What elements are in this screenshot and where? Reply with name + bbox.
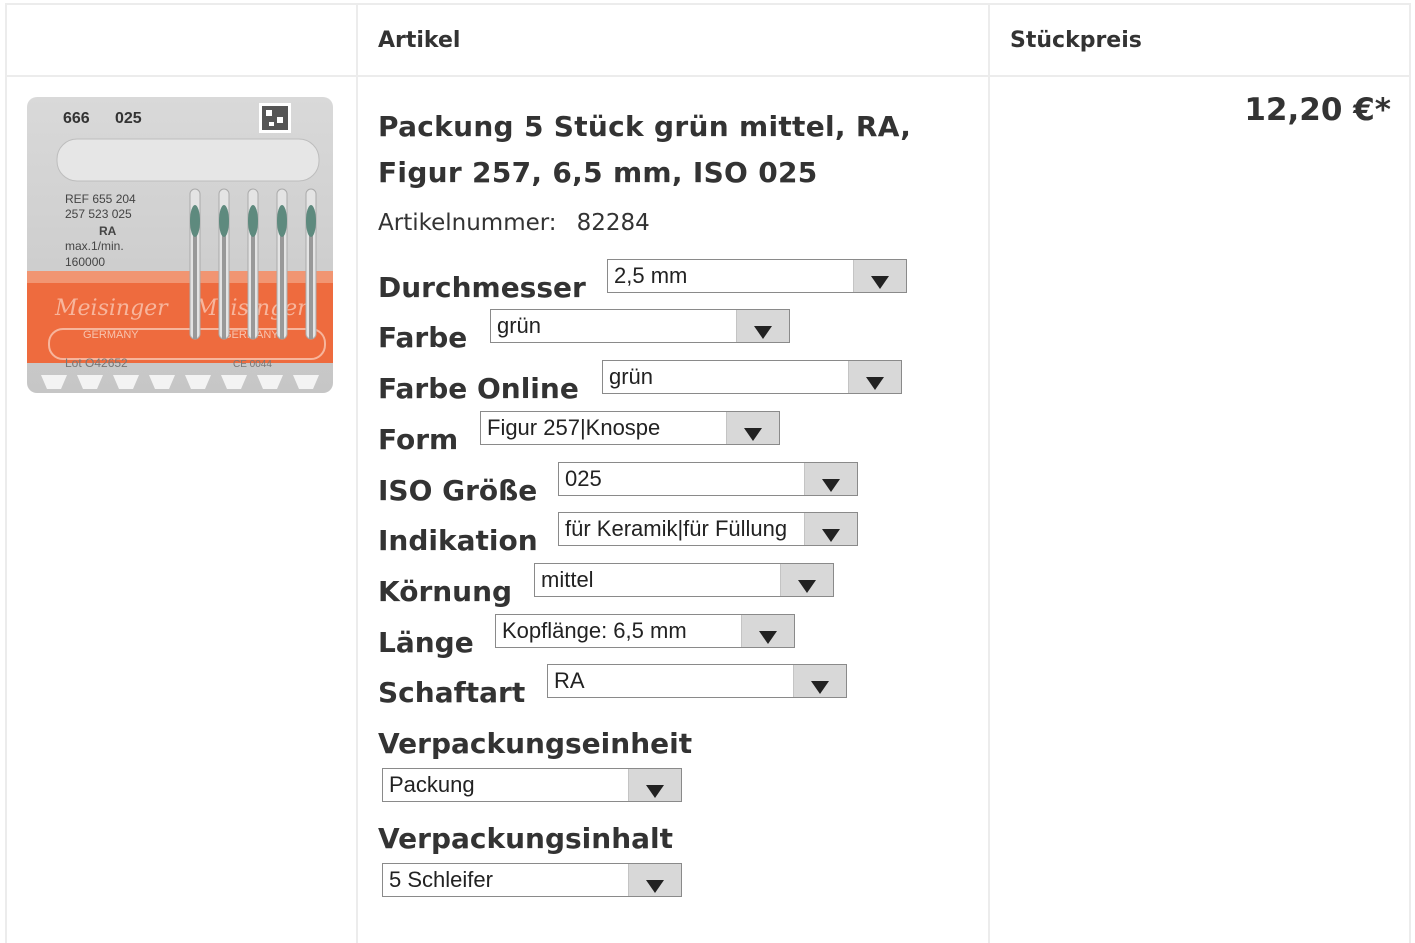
image-text-speed-label: max.1/min. xyxy=(65,239,124,253)
image-text-speed: 160000 xyxy=(65,255,105,269)
select-verpackungseinheit-value: Packung xyxy=(389,772,475,797)
column-header-price: Stückpreis xyxy=(1010,28,1142,53)
select-schaftart[interactable]: RA xyxy=(547,664,847,698)
select-iso-groesse[interactable]: 025 xyxy=(558,462,858,496)
column-header-article: Artikel xyxy=(378,28,461,53)
column-divider xyxy=(1409,3,1411,943)
select-form-value: Figur 257|Knospe xyxy=(487,415,661,440)
select-farbe-value: grün xyxy=(497,313,542,338)
chevron-down-icon[interactable] xyxy=(804,513,857,545)
image-text-lot: Lot O42652 xyxy=(65,356,128,370)
select-verpackungseinheit[interactable]: Packung xyxy=(382,768,682,802)
select-indikation-value: für Keramik|für Füllung xyxy=(565,516,788,541)
option-label-verpackungsinhalt: Verpackungsinhalt xyxy=(378,822,674,855)
option-label-verpackungseinheit: Verpackungseinheit xyxy=(378,727,693,760)
select-durchmesser[interactable]: 2,5 mm xyxy=(607,259,907,293)
option-label-laenge: Länge xyxy=(378,626,474,659)
chevron-down-icon[interactable] xyxy=(793,665,846,697)
product-title[interactable]: Packung 5 Stück grün mittel, RA, Figur 2… xyxy=(378,104,958,196)
unit-price: 12,20 €* xyxy=(1244,92,1391,128)
option-label-schaftart: Schaftart xyxy=(378,676,526,709)
select-verpackungsinhalt[interactable]: 5 Schleifer xyxy=(382,863,682,897)
article-number: Artikelnummer: 82284 xyxy=(378,210,650,236)
image-text-ce: CE 0044 xyxy=(233,359,272,370)
column-divider xyxy=(988,3,990,943)
option-label-farbe-online: Farbe Online xyxy=(378,372,579,405)
header-divider xyxy=(5,75,1411,77)
column-divider xyxy=(356,3,358,943)
article-number-value: 82284 xyxy=(576,210,650,236)
select-durchmesser-value: 2,5 mm xyxy=(614,263,688,288)
select-form[interactable]: Figur 257|Knospe xyxy=(480,411,780,445)
image-text-025: 025 xyxy=(115,110,142,127)
chevron-down-icon[interactable] xyxy=(780,564,833,596)
option-label-koernung: Körnung xyxy=(378,575,513,608)
select-indikation[interactable]: für Keramik|für Füllung xyxy=(558,512,858,546)
chevron-down-icon[interactable] xyxy=(853,260,906,292)
option-label-iso-groesse: ISO Größe xyxy=(378,474,538,507)
image-text-ref: REF 655 204 xyxy=(65,192,136,206)
chevron-down-icon[interactable] xyxy=(628,864,681,896)
chevron-down-icon[interactable] xyxy=(741,615,794,647)
option-label-form: Form xyxy=(378,423,459,456)
select-koernung-value: mittel xyxy=(541,567,594,592)
chevron-down-icon[interactable] xyxy=(726,412,779,444)
image-text-brand: Meisinger xyxy=(54,296,169,321)
select-farbe[interactable]: grün xyxy=(490,309,790,343)
chevron-down-icon[interactable] xyxy=(736,310,789,342)
image-text-code: 257 523 025 xyxy=(65,207,132,221)
image-text-type: RA xyxy=(99,224,117,238)
chevron-down-icon[interactable] xyxy=(804,463,857,495)
select-iso-groesse-value: 025 xyxy=(565,466,602,491)
select-verpackungsinhalt-value: 5 Schleifer xyxy=(389,867,493,892)
option-label-indikation: Indikation xyxy=(378,524,538,557)
image-text-666: 666 xyxy=(63,110,90,127)
select-farbe-online-value: grün xyxy=(609,364,654,389)
select-laenge[interactable]: Kopflänge: 6,5 mm xyxy=(495,614,795,648)
chevron-down-icon[interactable] xyxy=(628,769,681,801)
select-laenge-value: Kopflänge: 6,5 mm xyxy=(502,618,687,643)
select-schaftart-value: RA xyxy=(554,668,585,693)
article-number-label: Artikelnummer: xyxy=(378,210,557,236)
select-farbe-online[interactable]: grün xyxy=(602,360,902,394)
product-image[interactable]: 666 025 REF 655 204 257 523 025 RA max.1… xyxy=(27,97,333,393)
image-text-country: GERMANY xyxy=(83,329,139,341)
option-label-durchmesser: Durchmesser xyxy=(378,271,586,304)
select-koernung[interactable]: mittel xyxy=(534,563,834,597)
option-label-farbe: Farbe xyxy=(378,321,468,354)
chevron-down-icon[interactable] xyxy=(848,361,901,393)
